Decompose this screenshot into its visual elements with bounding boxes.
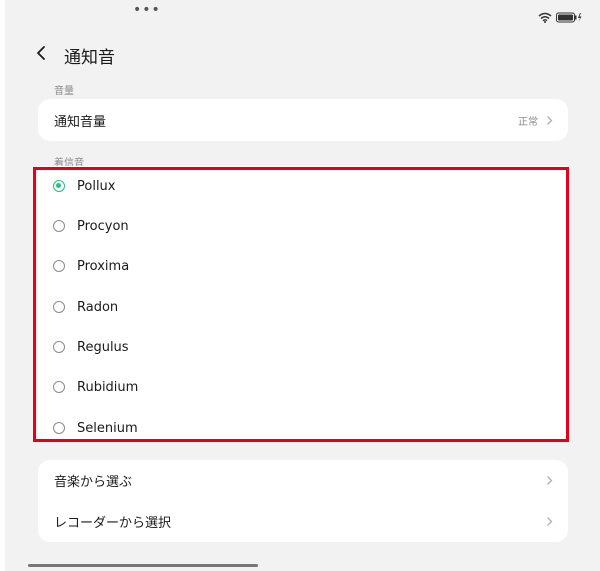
radio-unchecked-icon[interactable] bbox=[53, 381, 65, 393]
radio-unchecked-icon[interactable] bbox=[53, 220, 65, 232]
chevron-right-icon bbox=[544, 516, 554, 528]
ringtone-label: Selenium bbox=[77, 420, 138, 436]
volume-section-label: 音量 bbox=[54, 86, 74, 97]
chevron-right-icon bbox=[544, 114, 554, 126]
left-edge bbox=[0, 0, 5, 571]
volume-card: 通知音量 正常 bbox=[38, 99, 568, 141]
ringtone-label: Regulus bbox=[77, 339, 129, 355]
ringtone-label: Radon bbox=[77, 299, 119, 315]
choose-from-music-label: 音楽から選ぶ bbox=[54, 475, 133, 490]
status-bar: ••• bbox=[0, 0, 600, 26]
ringtone-label: Pollux bbox=[77, 178, 116, 194]
page-header: 通知音 bbox=[0, 34, 600, 74]
wifi-icon bbox=[538, 8, 552, 27]
ringtone-item-radon[interactable]: Radon bbox=[38, 287, 568, 327]
ringtone-label: Rubidium bbox=[77, 379, 139, 395]
notification-sound-screen: ••• 通知音 音量 通知音量 正常 着信音 Pollux Procyon Pr… bbox=[0, 0, 600, 571]
ringtone-item-rubidium[interactable]: Rubidium bbox=[38, 367, 568, 407]
choose-from-recorder-label: レコーダーから選択 bbox=[54, 516, 172, 531]
radio-unchecked-icon[interactable] bbox=[53, 301, 65, 313]
choose-from-recorder-row[interactable]: レコーダーから選択 bbox=[38, 501, 568, 542]
choose-from-music-row[interactable]: 音楽から選ぶ bbox=[38, 460, 568, 501]
page-title: 通知音 bbox=[64, 48, 115, 68]
radio-unchecked-icon[interactable] bbox=[53, 422, 65, 434]
status-icons bbox=[538, 8, 582, 27]
home-indicator[interactable] bbox=[28, 564, 258, 567]
notification-volume-value: 正常 bbox=[518, 116, 538, 128]
radio-checked-icon[interactable] bbox=[53, 180, 65, 192]
chevron-left-icon bbox=[37, 46, 45, 60]
ringtone-list: Pollux Procyon Proxima Radon Regulus Rub… bbox=[38, 166, 568, 442]
ringtone-item-selenium[interactable]: Selenium bbox=[38, 408, 568, 448]
radio-unchecked-icon[interactable] bbox=[53, 341, 65, 353]
back-button[interactable] bbox=[30, 42, 52, 64]
battery-charging-icon bbox=[556, 8, 582, 27]
ringtone-item-procyon[interactable]: Procyon bbox=[38, 206, 568, 246]
ringtone-item-pollux[interactable]: Pollux bbox=[38, 166, 568, 206]
multitask-dots[interactable]: ••• bbox=[133, 3, 161, 17]
radio-unchecked-icon[interactable] bbox=[53, 260, 65, 272]
chevron-right-icon bbox=[544, 475, 554, 487]
ringtone-label: Proxima bbox=[77, 258, 130, 274]
notification-volume-label: 通知音量 bbox=[54, 114, 107, 130]
source-card: 音楽から選ぶ レコーダーから選択 bbox=[38, 460, 568, 542]
ringtone-label: Procyon bbox=[77, 218, 129, 234]
ringtone-item-regulus[interactable]: Regulus bbox=[38, 327, 568, 367]
ringtone-item-proxima[interactable]: Proxima bbox=[38, 246, 568, 286]
notification-volume-row[interactable]: 通知音量 正常 bbox=[38, 99, 568, 141]
